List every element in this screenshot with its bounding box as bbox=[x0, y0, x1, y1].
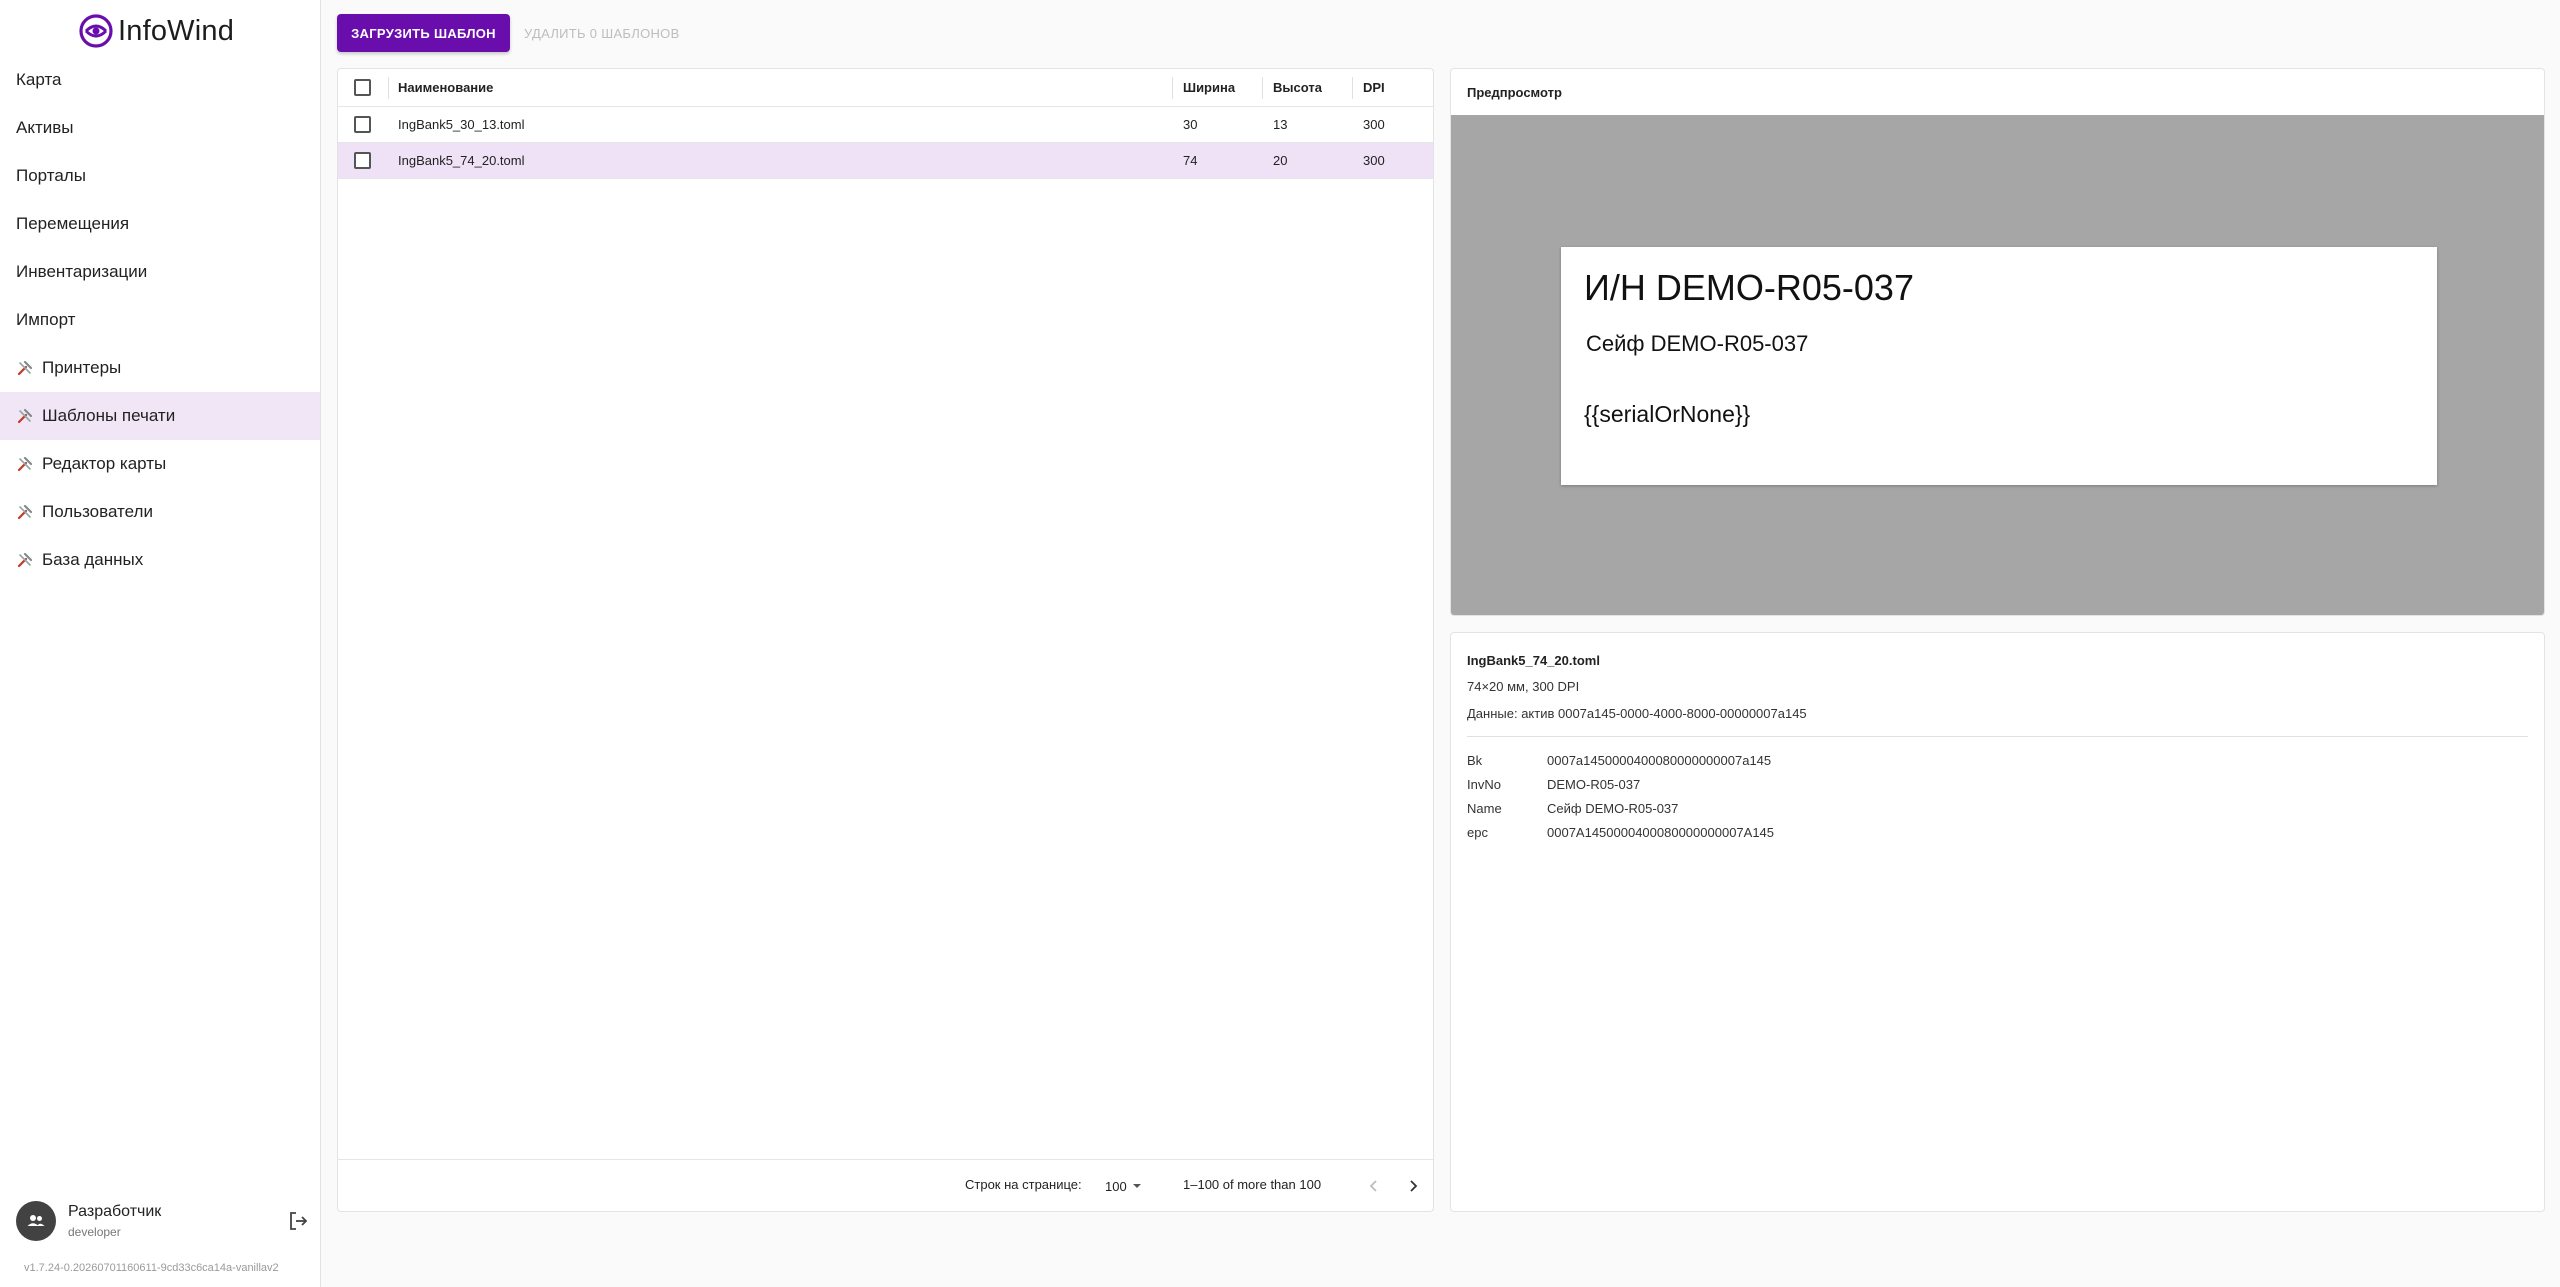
tools-icon bbox=[17, 408, 33, 424]
cell-name: IngBank5_74_20.toml bbox=[398, 153, 525, 168]
previous-page-button[interactable] bbox=[1362, 1174, 1386, 1198]
template-details-panel: IngBank5_74_20.toml 74×20 мм, 300 DPI Да… bbox=[1450, 632, 2545, 1212]
details-size: 74×20 мм, 300 DPI bbox=[1467, 679, 1580, 694]
field-key: Name bbox=[1467, 801, 1502, 816]
user-name: Разработчик bbox=[68, 1203, 162, 1220]
upload-template-button[interactable]: ЗАГРУЗИТЬ ШАБЛОН bbox=[337, 14, 510, 52]
sidebar-item-map[interactable]: Карта bbox=[0, 56, 320, 104]
column-header-width[interactable]: Ширина bbox=[1183, 69, 1235, 106]
field-key: Bk bbox=[1467, 753, 1483, 768]
column-header-height[interactable]: Высота bbox=[1273, 69, 1322, 106]
pagination-range: 1–100 of more than 100 bbox=[1183, 1177, 1322, 1192]
sidebar-nav: Карта Активы Порталы Перемещения Инвента… bbox=[0, 56, 320, 584]
preview-title: Предпросмотр bbox=[1467, 85, 1562, 100]
field-value: 0007A1450000400080000000007A145 bbox=[1547, 825, 1775, 840]
version-text: v1.7.24-0.20260701160611-9cd33c6ca14a-va… bbox=[24, 1262, 279, 1274]
sidebar-item-import[interactable]: Импорт bbox=[0, 296, 320, 344]
details-data-source: Данные: актив 0007a145-0000-4000-8000-00… bbox=[1467, 706, 1807, 721]
row-checkbox[interactable] bbox=[354, 116, 371, 133]
rows-per-page-label: Строк на странице: bbox=[965, 1177, 1082, 1192]
delete-templates-button[interactable]: УДАЛИТЬ 0 ШАБЛОНОВ bbox=[516, 14, 696, 52]
divider bbox=[1467, 736, 2528, 737]
app-logo[interactable]: InfoWind bbox=[78, 10, 234, 52]
table-header-row: Наименование Ширина Высота DPI bbox=[338, 69, 1433, 107]
details-field: InvNo DEMO-R05-037 bbox=[1467, 777, 1640, 792]
cell-width: 74 bbox=[1183, 153, 1198, 168]
sidebar: InfoWind Карта Активы Порталы Перемещени… bbox=[0, 0, 321, 1287]
cell-dpi: 300 bbox=[1363, 153, 1385, 168]
sidebar-item-label: Инвентаризации bbox=[16, 262, 148, 281]
details-field: epc 0007A1450000400080000000007A145 bbox=[1467, 825, 1774, 840]
tools-icon bbox=[17, 504, 33, 520]
chevron-down-icon bbox=[1132, 1184, 1141, 1188]
sidebar-item-inventories[interactable]: Инвентаризации bbox=[0, 248, 320, 296]
sidebar-item-label: Редактор карты bbox=[42, 454, 167, 473]
sidebar-item-label: Принтеры bbox=[42, 358, 122, 377]
cell-width: 30 bbox=[1183, 117, 1198, 132]
tools-icon bbox=[17, 360, 33, 376]
rows-per-page-select[interactable]: 100 bbox=[1105, 1172, 1143, 1200]
select-all-checkbox[interactable] bbox=[354, 79, 371, 96]
user-login: developer bbox=[68, 1225, 121, 1239]
sidebar-item-label: Активы bbox=[16, 118, 74, 137]
table-row[interactable]: IngBank5_74_20.toml 74 20 300 bbox=[338, 143, 1433, 179]
label-name-text: Сейф DEMO-R05-037 bbox=[1586, 331, 1809, 356]
label-preview: И/Н DEMO-R05-037 Сейф DEMO-R05-037 {{ser… bbox=[1561, 247, 2437, 485]
chevron-right-icon bbox=[1410, 1180, 1418, 1192]
rows-per-page-value: 100 bbox=[1105, 1178, 1127, 1194]
sidebar-item-label: Шаблоны печати bbox=[42, 406, 176, 425]
logout-button[interactable] bbox=[284, 1207, 312, 1235]
sidebar-item-label: Карта bbox=[16, 70, 62, 89]
column-divider bbox=[388, 77, 389, 99]
infowind-logo-icon bbox=[79, 14, 113, 48]
preview-canvas: И/Н DEMO-R05-037 Сейф DEMO-R05-037 {{ser… bbox=[1451, 115, 2544, 615]
user-profile: Разработчик developer bbox=[16, 1198, 312, 1244]
sidebar-item-label: Импорт bbox=[16, 310, 76, 329]
sidebar-item-portals[interactable]: Порталы bbox=[0, 152, 320, 200]
avatar[interactable] bbox=[16, 1201, 56, 1241]
field-key: InvNo bbox=[1467, 777, 1501, 792]
preview-panel: Предпросмотр И/Н DEMO-R05-037 Сейф DEMO-… bbox=[1450, 68, 2545, 616]
sidebar-item-label: Пользователи bbox=[42, 502, 153, 521]
cell-height: 20 bbox=[1273, 153, 1288, 168]
column-divider bbox=[1262, 77, 1263, 99]
logo-text: InfoWind bbox=[118, 14, 235, 47]
details-field: Bk 0007a1450000400080000000007a145 bbox=[1467, 753, 1771, 768]
field-key: epc bbox=[1467, 825, 1488, 840]
tools-icon bbox=[17, 552, 33, 568]
label-invno-text: И/Н DEMO-R05-037 bbox=[1584, 267, 1914, 308]
column-divider bbox=[1172, 77, 1173, 99]
chevron-left-icon bbox=[1369, 1180, 1377, 1192]
field-value: Сейф DEMO-R05-037 bbox=[1547, 801, 1679, 816]
cell-dpi: 300 bbox=[1363, 117, 1385, 132]
cell-name: IngBank5_30_13.toml bbox=[398, 117, 525, 132]
column-header-dpi[interactable]: DPI bbox=[1363, 69, 1385, 106]
sidebar-item-database[interactable]: База данных bbox=[0, 536, 320, 584]
field-value: 0007a1450000400080000000007a145 bbox=[1547, 753, 1772, 768]
sidebar-item-label: Перемещения bbox=[16, 214, 130, 233]
field-value: DEMO-R05-037 bbox=[1547, 777, 1641, 792]
table-pagination: Строк на странице: 100 1–100 of more tha… bbox=[338, 1159, 1433, 1211]
column-divider bbox=[1352, 77, 1353, 99]
details-filename: IngBank5_74_20.toml bbox=[1467, 653, 1600, 668]
row-checkbox[interactable] bbox=[354, 152, 371, 169]
sidebar-item-movements[interactable]: Перемещения bbox=[0, 200, 320, 248]
sidebar-item-label: Порталы bbox=[16, 166, 86, 185]
sidebar-item-printers[interactable]: Принтеры bbox=[0, 344, 320, 392]
sidebar-item-print-templates[interactable]: Шаблоны печати bbox=[0, 392, 320, 440]
next-page-button[interactable] bbox=[1401, 1174, 1425, 1198]
users-icon bbox=[27, 1215, 45, 1226]
sidebar-item-map-editor[interactable]: Редактор карты bbox=[0, 440, 320, 488]
cell-height: 13 bbox=[1273, 117, 1288, 132]
logout-icon bbox=[290, 1212, 308, 1230]
label-serial-text: {{serialOrNone}} bbox=[1584, 401, 1751, 427]
sidebar-item-users[interactable]: Пользователи bbox=[0, 488, 320, 536]
table-row[interactable]: IngBank5_30_13.toml 30 13 300 bbox=[338, 107, 1433, 143]
details-field: Name Сейф DEMO-R05-037 bbox=[1467, 801, 1678, 816]
sidebar-item-label: База данных bbox=[42, 550, 144, 569]
templates-table: Наименование Ширина Высота DPI IngBank5_… bbox=[337, 68, 1434, 1212]
column-header-name[interactable]: Наименование bbox=[398, 69, 493, 106]
tools-icon bbox=[17, 456, 33, 472]
sidebar-item-assets[interactable]: Активы bbox=[0, 104, 320, 152]
